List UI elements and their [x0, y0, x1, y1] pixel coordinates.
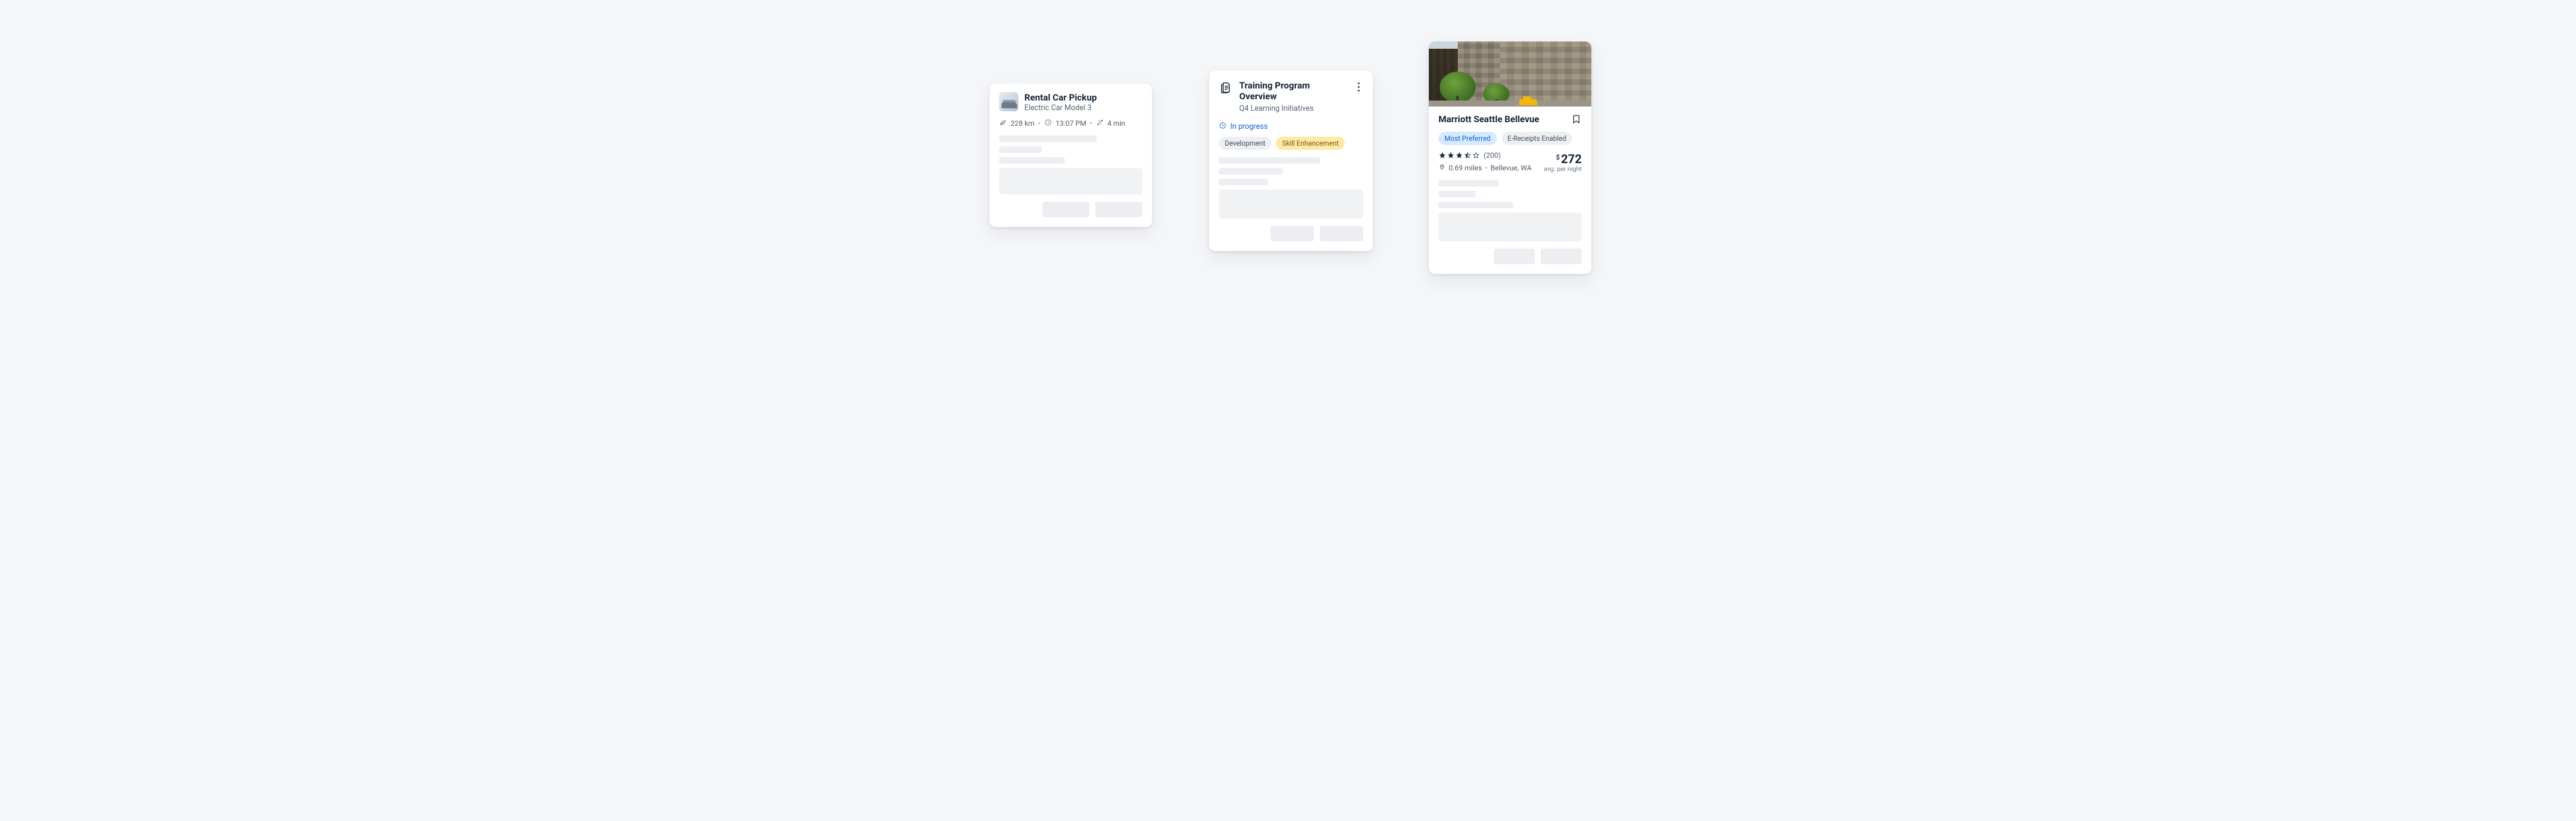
pin-icon	[1438, 163, 1446, 172]
hotel-distance: 0.69 miles	[1449, 164, 1482, 172]
review-count: (200)	[1484, 151, 1501, 160]
ghost-button[interactable]	[1095, 202, 1142, 217]
price-sub: avg. per night	[1544, 166, 1582, 173]
chip-ereceipts[interactable]: E-Receipts Enabled	[1502, 132, 1573, 145]
route-icon	[1096, 119, 1104, 128]
ghost-button[interactable]	[1042, 202, 1089, 217]
action-row	[1429, 241, 1591, 274]
rental-meta: 228 km • 13:07 PM • 4 min	[989, 119, 1152, 134]
price-value: 272	[1561, 152, 1582, 166]
rental-distance: 228 km	[1011, 119, 1035, 128]
clock-icon	[1044, 119, 1052, 128]
clock-icon	[1219, 122, 1227, 132]
currency: $	[1556, 153, 1559, 161]
chip-most-preferred[interactable]: Most Preferred	[1438, 132, 1497, 145]
rental-eta: 4 min	[1107, 119, 1125, 128]
price: $272 avg. per night	[1544, 152, 1582, 173]
skeleton-panel	[1438, 212, 1582, 241]
training-title: Training Program Overview	[1239, 80, 1345, 102]
bookmark-button[interactable]	[1571, 114, 1582, 127]
training-card[interactable]: Training Program Overview Q4 Learning In…	[1209, 70, 1373, 251]
training-status: In progress	[1209, 117, 1373, 137]
hotel-card[interactable]: Marriott Seattle Bellevue Most Preferred…	[1429, 42, 1591, 274]
hotel-name: Marriott Seattle Bellevue	[1438, 114, 1540, 125]
status-label: In progress	[1230, 122, 1268, 131]
ghost-button[interactable]	[1541, 249, 1582, 264]
document-icon	[1219, 81, 1232, 94]
skeleton-lines	[1209, 156, 1373, 185]
hotel-city: Bellevue, WA	[1490, 164, 1531, 172]
hotel-location: 0.69 miles • Bellevue, WA	[1438, 163, 1532, 172]
star-full-icon	[1438, 152, 1446, 160]
leaf-icon	[999, 119, 1007, 128]
ghost-button[interactable]	[1320, 226, 1363, 241]
action-row	[989, 194, 1152, 227]
skeleton-panel	[1219, 190, 1363, 218]
ghost-button[interactable]	[1494, 249, 1535, 264]
rental-subtitle: Electric Car Model 3	[1024, 104, 1097, 113]
more-menu-button[interactable]	[1352, 80, 1364, 91]
hotel-image	[1429, 42, 1591, 107]
star-half-icon	[1464, 152, 1472, 160]
hotel-chips: Most Preferred E-Receipts Enabled	[1438, 132, 1582, 145]
training-subtitle: Q4 Learning Initiatives	[1239, 104, 1345, 113]
chip-development[interactable]: Development	[1219, 137, 1271, 150]
rental-time: 13:07 PM	[1056, 119, 1086, 128]
star-icons	[1438, 152, 1480, 160]
car-thumbnail	[999, 92, 1018, 111]
rental-header: Rental Car Pickup Electric Car Model 3	[989, 84, 1152, 119]
action-row	[1209, 218, 1373, 251]
skeleton-lines	[1429, 173, 1591, 208]
ghost-button[interactable]	[1271, 226, 1314, 241]
skeleton-panel	[999, 168, 1142, 194]
skeleton-lines	[989, 134, 1152, 164]
star-full-icon	[1447, 152, 1455, 160]
star-full-icon	[1455, 152, 1463, 160]
star-empty-icon	[1472, 152, 1480, 160]
rental-title: Rental Car Pickup	[1024, 92, 1097, 103]
rental-card[interactable]: Rental Car Pickup Electric Car Model 3 2…	[989, 84, 1152, 227]
training-chips: Development Skill Enhancement	[1209, 137, 1373, 156]
chip-skill-enhancement[interactable]: Skill Enhancement	[1276, 137, 1345, 150]
training-header: Training Program Overview Q4 Learning In…	[1209, 70, 1373, 117]
